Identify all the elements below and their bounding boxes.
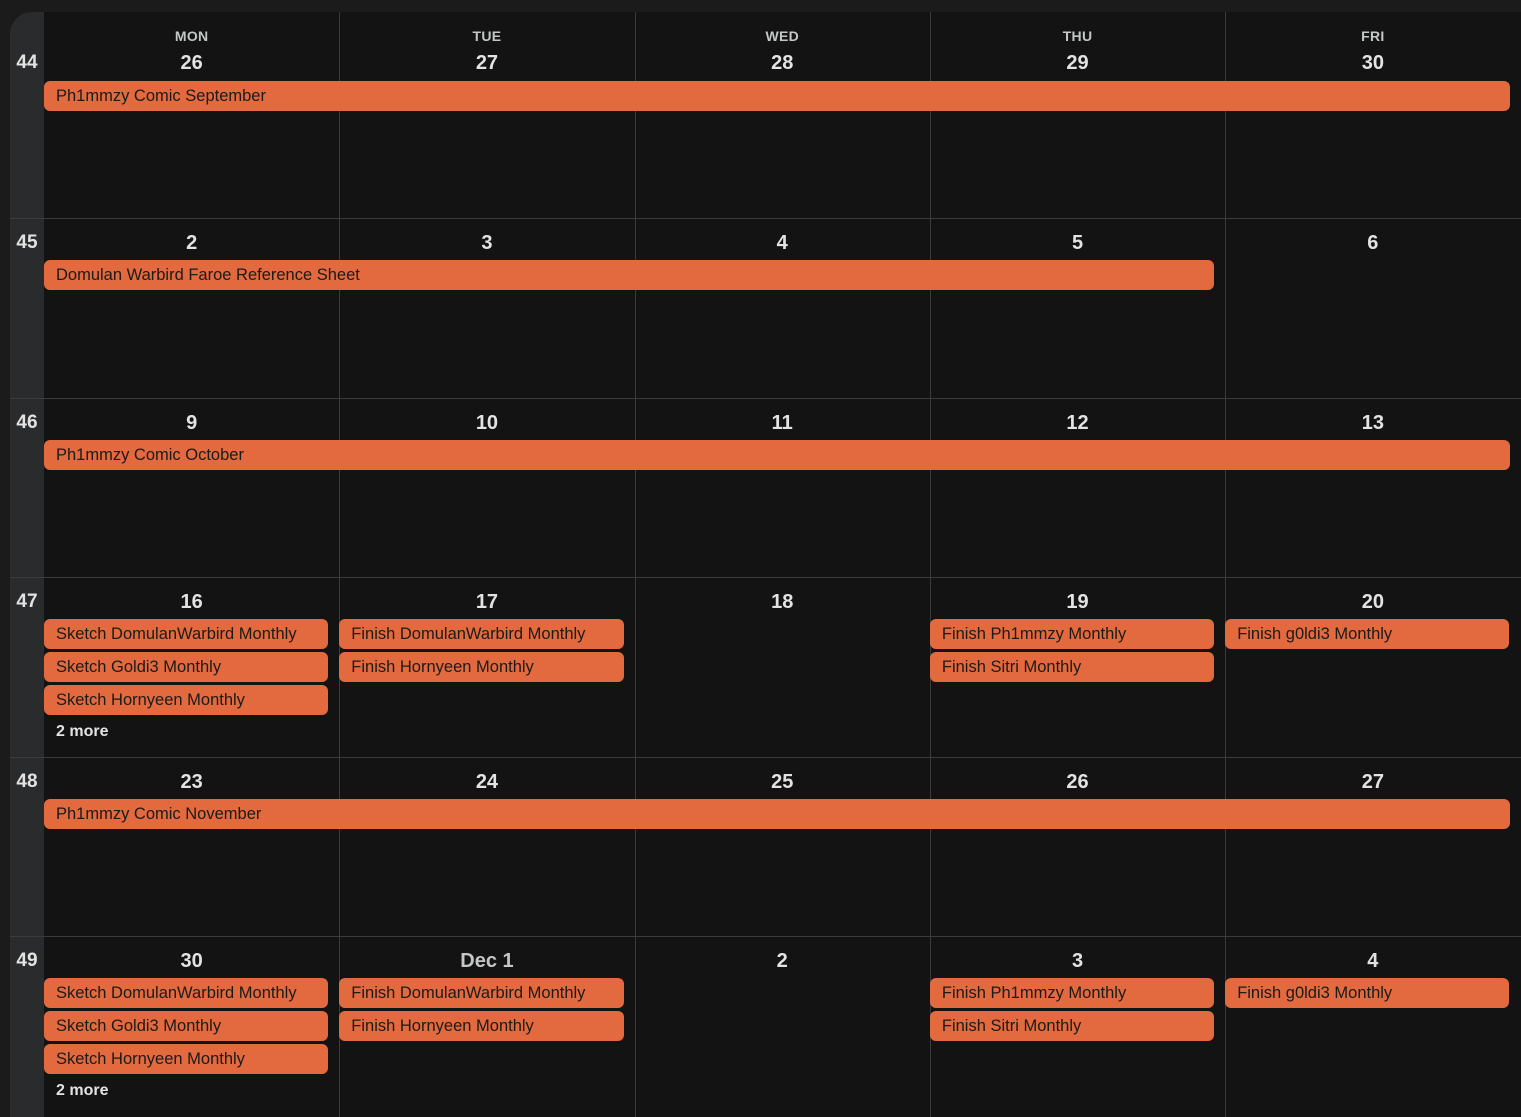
- event-chip[interactable]: Sketch Hornyeen Monthly: [44, 685, 329, 715]
- day-number[interactable]: 20: [1225, 591, 1520, 614]
- day-number[interactable]: 26: [44, 52, 339, 75]
- weekday-header: TUE: [472, 28, 502, 44]
- day-number[interactable]: 26: [930, 771, 1225, 794]
- event-chip[interactable]: Finish Hornyeen Monthly: [339, 652, 624, 682]
- event-chip[interactable]: Finish DomulanWarbird Monthly: [339, 619, 624, 649]
- day-number[interactable]: 3: [339, 232, 634, 255]
- event-chip[interactable]: Domulan Warbird Faroe Reference Sheet: [44, 260, 1215, 290]
- more-events-link[interactable]: 2 more: [56, 1082, 108, 1100]
- day-number[interactable]: 2: [44, 232, 339, 255]
- event-chip[interactable]: Ph1mmzy Comic October: [44, 440, 1510, 470]
- event-chip[interactable]: Finish Sitri Monthly: [929, 652, 1215, 682]
- week-number: 49: [16, 950, 38, 971]
- day-number[interactable]: 23: [44, 771, 339, 794]
- day-number[interactable]: 28: [635, 52, 930, 75]
- week-number: 44: [16, 52, 38, 73]
- month-calendar-grid: MON TUE WED THU FRI 44 26 27 28 29 30 Ph1mmzy Comic…: [10, 12, 1521, 1117]
- event-chip[interactable]: Finish Sitri Monthly: [929, 1011, 1215, 1041]
- day-number[interactable]: 3: [930, 950, 1225, 973]
- event-chip[interactable]: Finish g0ldi3 Monthly: [1225, 978, 1510, 1008]
- day-number[interactable]: 30: [1225, 52, 1520, 75]
- event-chip[interactable]: Finish Ph1mmzy Monthly: [929, 978, 1215, 1008]
- week-number: 48: [16, 771, 38, 792]
- day-number[interactable]: 29: [930, 52, 1225, 75]
- day-number[interactable]: 25: [635, 771, 930, 794]
- weekday-header: MON: [174, 28, 209, 44]
- week-row-divider: [10, 577, 1521, 578]
- week-number: 46: [16, 412, 38, 433]
- week-number: 47: [16, 591, 38, 612]
- day-number[interactable]: 5: [930, 232, 1225, 255]
- day-number[interactable]: 24: [339, 771, 634, 794]
- event-chip[interactable]: Sketch DomulanWarbird Monthly: [44, 619, 329, 649]
- week-row-divider: [10, 218, 1521, 219]
- week-row-divider: [10, 398, 1521, 399]
- weekday-header: WED: [765, 28, 800, 44]
- event-chip[interactable]: Ph1mmzy Comic September: [44, 81, 1510, 111]
- event-chip[interactable]: Sketch DomulanWarbird Monthly: [44, 978, 329, 1008]
- weekday-header: THU: [1062, 28, 1093, 44]
- week-number: 45: [16, 232, 38, 253]
- event-chip[interactable]: Finish Ph1mmzy Monthly: [929, 619, 1215, 649]
- event-chip[interactable]: Finish Hornyeen Monthly: [339, 1011, 624, 1041]
- week-row-divider: [10, 936, 1521, 937]
- day-number[interactable]: 19: [930, 591, 1225, 614]
- day-number[interactable]: 27: [1225, 771, 1520, 794]
- day-number[interactable]: 12: [930, 412, 1225, 435]
- event-chip[interactable]: Finish DomulanWarbird Monthly: [339, 978, 624, 1008]
- event-chip[interactable]: Ph1mmzy Comic November: [44, 799, 1510, 829]
- event-chip[interactable]: Sketch Goldi3 Monthly: [44, 652, 329, 682]
- day-number[interactable]: 4: [1225, 950, 1520, 973]
- day-number[interactable]: 9: [44, 412, 339, 435]
- weekday-header: FRI: [1361, 28, 1385, 44]
- day-number[interactable]: 13: [1225, 412, 1520, 435]
- day-number[interactable]: 2: [635, 950, 930, 973]
- week-row-divider: [10, 757, 1521, 758]
- day-number[interactable]: 4: [635, 232, 930, 255]
- day-number[interactable]: Dec 1: [339, 950, 634, 973]
- event-chip[interactable]: Sketch Goldi3 Monthly: [44, 1011, 329, 1041]
- day-number[interactable]: 6: [1225, 232, 1520, 255]
- day-number[interactable]: 16: [44, 591, 339, 614]
- more-events-link[interactable]: 2 more: [56, 723, 108, 741]
- event-chip[interactable]: Sketch Hornyeen Monthly: [44, 1044, 329, 1074]
- event-chip[interactable]: Finish g0ldi3 Monthly: [1225, 619, 1510, 649]
- day-number[interactable]: 30: [44, 950, 339, 973]
- day-number[interactable]: 27: [339, 52, 634, 75]
- day-number[interactable]: 10: [339, 412, 634, 435]
- day-number[interactable]: 18: [635, 591, 930, 614]
- day-number[interactable]: 17: [339, 591, 634, 614]
- day-number[interactable]: 11: [635, 412, 930, 435]
